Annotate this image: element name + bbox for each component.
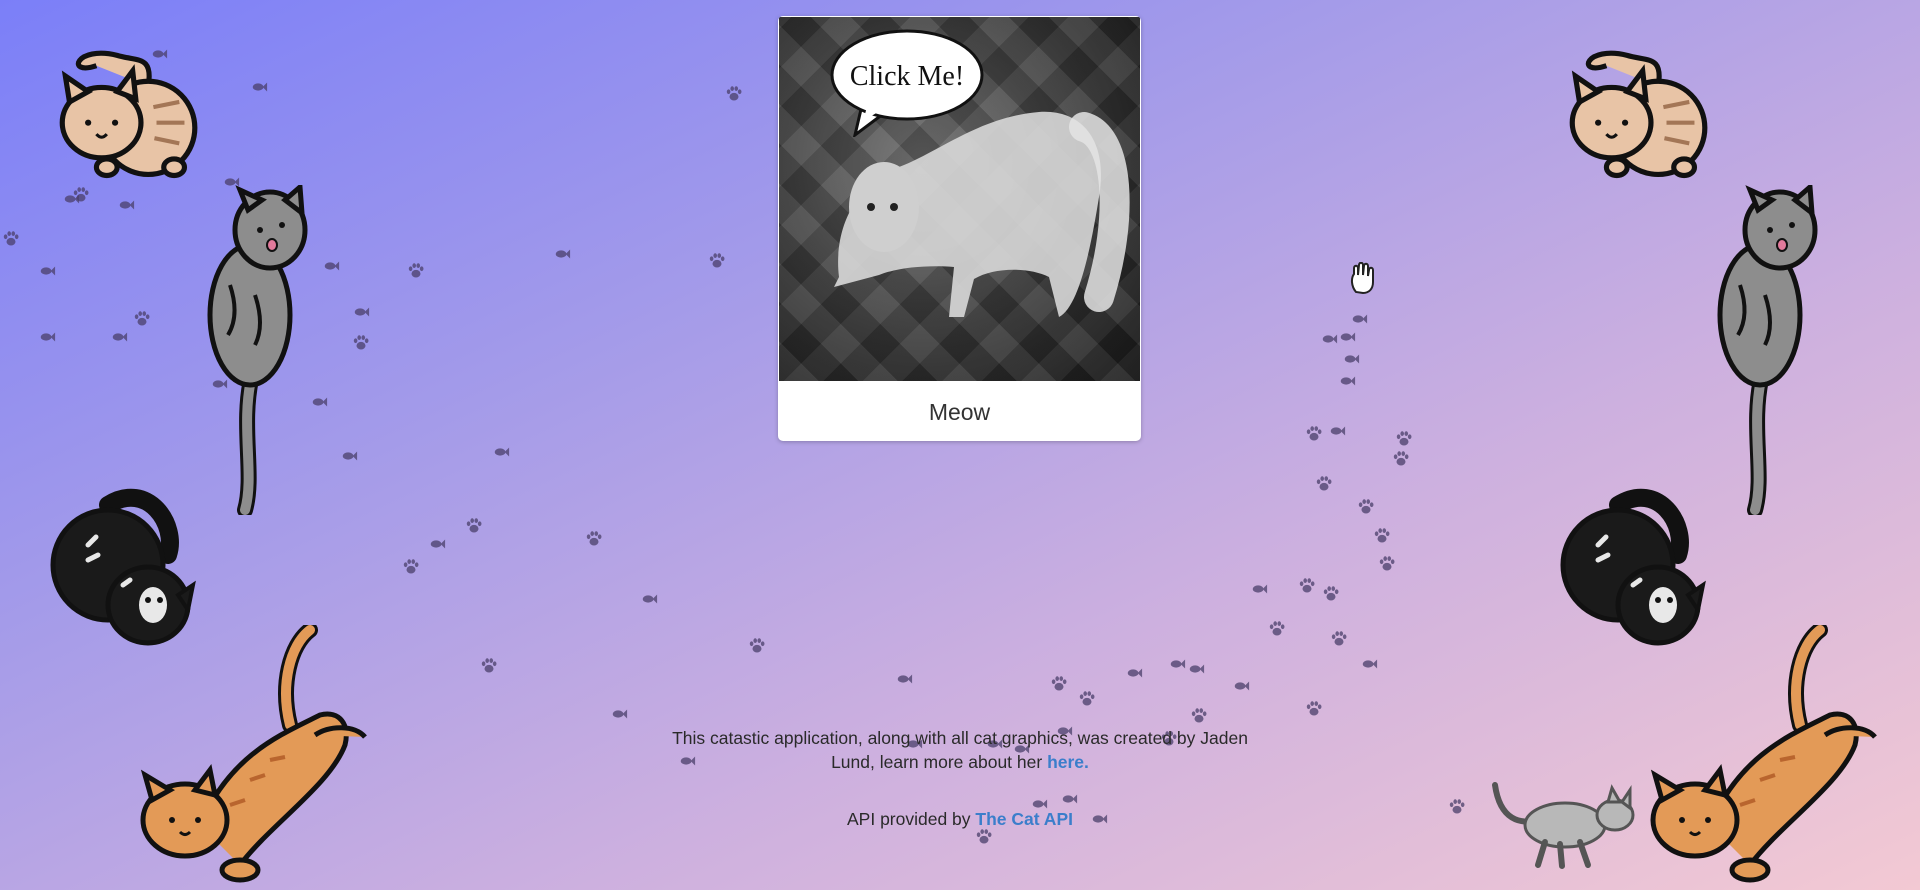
paw-print-icon [1051, 676, 1067, 691]
bubble-text: Click Me! [850, 61, 964, 92]
fish-icon [119, 200, 135, 210]
paw-print-icon [466, 518, 482, 533]
fish-icon [1340, 332, 1356, 342]
cat-photo[interactable]: Click Me! [779, 17, 1140, 381]
credit-text: This catastic application, along with al… [660, 726, 1260, 774]
fish-icon [354, 307, 370, 317]
hand-cursor-icon [1350, 262, 1374, 295]
fish-icon [40, 332, 56, 342]
fish-icon [642, 594, 658, 604]
fish-icon [224, 177, 240, 187]
paw-print-icon [1079, 691, 1095, 706]
paw-print-icon [1449, 799, 1465, 814]
paw-print-icon [1331, 631, 1347, 646]
fish-icon [252, 82, 268, 92]
paw-print-icon [1393, 451, 1409, 466]
fish-icon [430, 539, 446, 549]
fish-icon [1322, 334, 1338, 344]
fish-icon [112, 332, 128, 342]
fish-icon [212, 379, 228, 389]
paw-print-icon [481, 658, 497, 673]
fish-icon [64, 194, 80, 204]
fish-icon [612, 709, 628, 719]
fish-icon [152, 49, 168, 59]
credit-link[interactable]: here. [1047, 752, 1089, 772]
cat-card[interactable]: Click Me! Meow [778, 16, 1141, 441]
paw-print-icon [1374, 528, 1390, 543]
fish-icon [1127, 668, 1143, 678]
fish-icon [1340, 376, 1356, 386]
paw-print-icon [134, 311, 150, 326]
fish-icon [1344, 354, 1360, 364]
paw-print-icon [1316, 476, 1332, 491]
cat-api-link[interactable]: The Cat API [975, 809, 1073, 829]
fish-icon [1362, 659, 1378, 669]
paw-print-icon [3, 231, 19, 246]
fish-icon [555, 249, 571, 259]
paw-print-icon [403, 559, 419, 574]
card-caption: Meow [928, 399, 991, 425]
fish-icon [494, 447, 510, 457]
fish-icon [1189, 664, 1205, 674]
paw-print-icon [1379, 556, 1395, 571]
fish-icon [1234, 681, 1250, 691]
paw-print-icon [1191, 708, 1207, 723]
paw-print-icon [353, 335, 369, 350]
paw-print-icon [1323, 586, 1339, 601]
paw-print-icon [586, 531, 602, 546]
paw-print-icon [976, 829, 992, 844]
paw-print-icon [1306, 701, 1322, 716]
api-prefix: API provided by [847, 809, 971, 829]
paw-print-icon [1306, 426, 1322, 441]
fish-icon [897, 674, 913, 684]
paw-print-icon [1299, 578, 1315, 593]
credit-prefix: This catastic application, along with al… [672, 728, 1248, 772]
paw-print-icon [726, 86, 742, 101]
fish-icon [324, 261, 340, 271]
fish-icon [1170, 659, 1186, 669]
paw-print-icon [408, 263, 424, 278]
speech-bubble[interactable]: Click Me! [827, 25, 987, 137]
fish-icon [1330, 426, 1346, 436]
paw-print-icon [1358, 499, 1374, 514]
fish-icon [1352, 314, 1368, 324]
paw-print-icon [1396, 431, 1412, 446]
fish-icon [312, 397, 328, 407]
paw-print-icon [709, 253, 725, 268]
api-credit: API provided by The Cat API [660, 807, 1260, 831]
fish-icon [342, 451, 358, 461]
paw-print-icon [749, 638, 765, 653]
fish-icon [40, 266, 56, 276]
footer: This catastic application, along with al… [660, 726, 1260, 831]
fish-icon [1252, 584, 1268, 594]
paw-print-icon [1269, 621, 1285, 636]
